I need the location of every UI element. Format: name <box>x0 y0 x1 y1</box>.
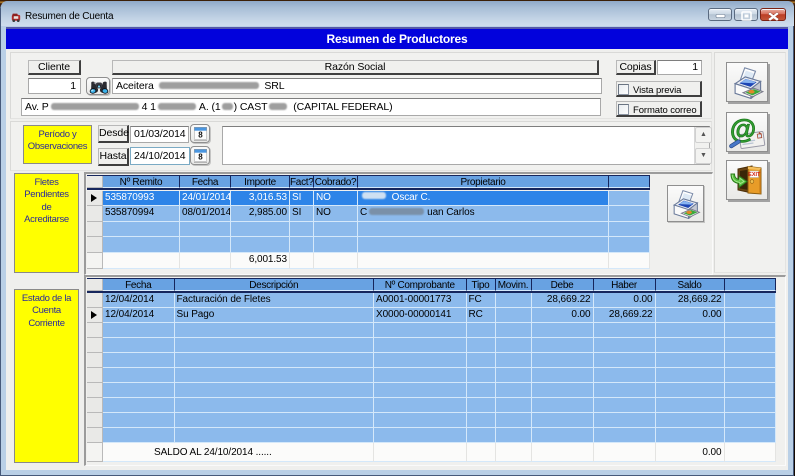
svg-text:8: 8 <box>198 131 203 140</box>
svg-text:EXIT: EXIT <box>748 172 761 178</box>
svg-text:@: @ <box>730 114 756 144</box>
svg-text:8: 8 <box>198 153 203 162</box>
